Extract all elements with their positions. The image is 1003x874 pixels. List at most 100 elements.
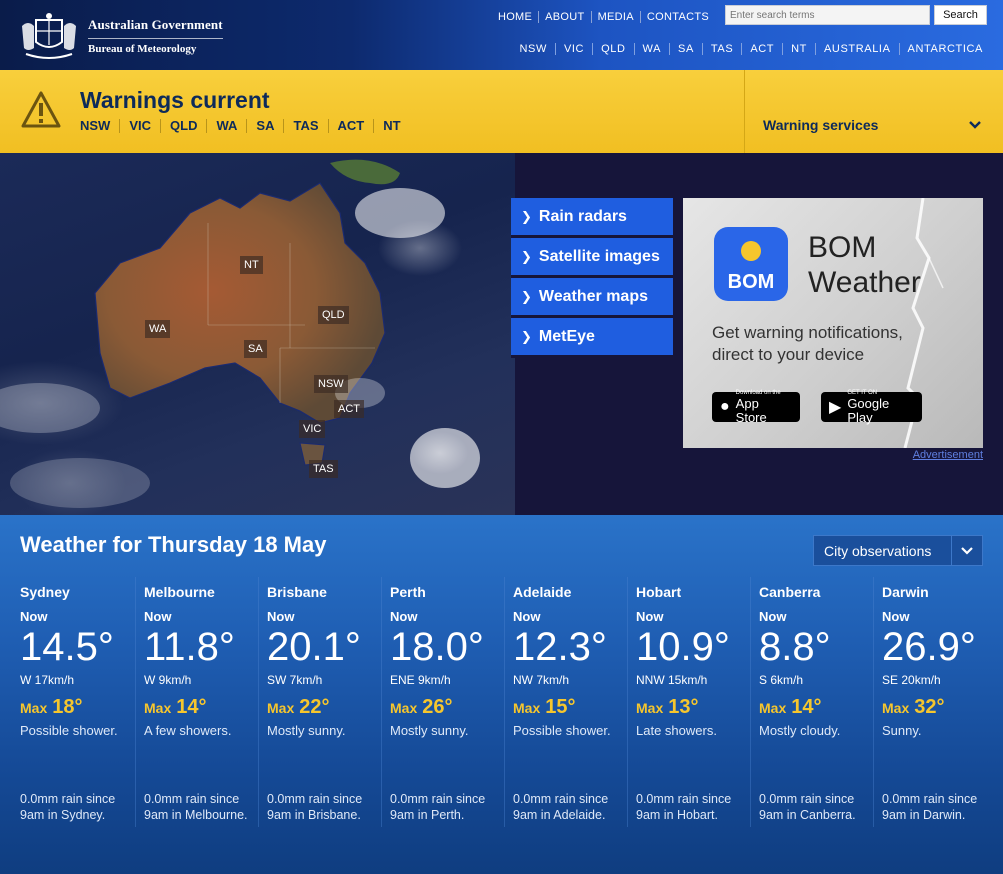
- chevron-right-icon: ❯: [521, 208, 532, 224]
- now-label: Now: [513, 609, 541, 624]
- state-link-nt[interactable]: NT: [782, 43, 815, 55]
- city-name[interactable]: Hobart: [636, 584, 750, 600]
- state-link-antarctica[interactable]: ANTARCTICA: [898, 43, 991, 55]
- quicklink-weather-maps[interactable]: ❯ Weather maps: [511, 278, 673, 318]
- max-temp: Max 22°: [267, 696, 381, 719]
- max-label: Max: [20, 700, 48, 716]
- map-label-sa[interactable]: SA: [244, 340, 267, 358]
- city-card-brisbane[interactable]: Brisbane Now 20.1° SW 7km/h Max 22° Mostl…: [258, 577, 381, 827]
- city-name[interactable]: Perth: [390, 584, 504, 600]
- chevron-down-icon: [969, 121, 981, 129]
- weather-section: Weather for Thursday 18 May City observa…: [0, 515, 1003, 874]
- search-input[interactable]: [725, 5, 930, 25]
- now-label: Now: [267, 609, 295, 624]
- forecast-text: Mostly sunny.: [390, 723, 469, 738]
- state-link-nsw[interactable]: NSW: [512, 43, 555, 55]
- warning-link-qld[interactable]: QLD: [160, 119, 206, 133]
- state-link-qld[interactable]: QLD: [592, 43, 633, 55]
- australia-map-image: [0, 159, 480, 508]
- rain-line2: 9am in Sydney.: [20, 808, 106, 822]
- rain-line1: 0.0mm rain since: [390, 792, 486, 806]
- forecast-text: Possible shower.: [20, 723, 118, 738]
- satellite-map[interactable]: NT WA QLD SA NSW ACT VIC TAS: [0, 153, 515, 515]
- warning-link-nt[interactable]: NT: [373, 119, 409, 133]
- state-link-sa[interactable]: SA: [669, 43, 702, 55]
- current-temp: 8.8°: [759, 625, 831, 669]
- now-label: Now: [759, 609, 787, 624]
- quicklink-label: Weather maps: [538, 287, 648, 305]
- rain-since: 0.0mm rain since 9am in Darwin.: [882, 791, 994, 823]
- state-link-vic[interactable]: VIC: [554, 43, 592, 55]
- nav-home[interactable]: HOME: [492, 11, 538, 23]
- city-card-darwin[interactable]: Darwin Now 26.9° SE 20km/h Max 32° Sunny.…: [873, 577, 996, 827]
- map-label-tas[interactable]: TAS: [309, 460, 338, 478]
- quicklink-satellite-images[interactable]: ❯ Satellite images: [511, 238, 673, 278]
- bom-weather-app-ad[interactable]: BOM BOM Weather Get warning notification…: [683, 198, 983, 448]
- city-card-melbourne[interactable]: Melbourne Now 11.8° W 9km/h Max 14° A few…: [135, 577, 258, 827]
- nav-media[interactable]: MEDIA: [590, 11, 640, 23]
- nav-contacts[interactable]: CONTACTS: [639, 11, 715, 23]
- app-store-button[interactable]: ● Download on the App Store: [712, 390, 800, 424]
- state-link-wa[interactable]: WA: [633, 43, 670, 55]
- max-temp: Max 13°: [636, 696, 750, 719]
- map-label-act[interactable]: ACT: [334, 400, 364, 418]
- city-card-canberra[interactable]: Canberra Now 8.8° S 6km/h Max 14° Mostly …: [750, 577, 873, 827]
- current-temp: 14.5°: [20, 625, 114, 669]
- warning-link-tas[interactable]: TAS: [283, 119, 327, 133]
- weather-title: Weather for Thursday 18 May: [20, 532, 327, 557]
- ad-title-line2: Weather: [808, 266, 921, 299]
- quicklink-label: MetEye: [538, 327, 595, 345]
- quicklink-meteye[interactable]: ❯ MetEye: [511, 318, 673, 358]
- city-card-adelaide[interactable]: Adelaide Now 12.3° NW 7km/h Max 15° Possi…: [504, 577, 627, 827]
- rain-line2: 9am in Hobart.: [636, 808, 718, 822]
- map-label-qld[interactable]: QLD: [318, 306, 349, 324]
- ad-subtitle-line2: direct to your device: [712, 345, 865, 364]
- warning-link-vic[interactable]: VIC: [119, 119, 160, 133]
- chevron-right-icon: ❯: [521, 248, 532, 264]
- apple-icon: ●: [720, 398, 730, 415]
- map-label-nsw[interactable]: NSW: [314, 375, 348, 393]
- gov-title: Australian Government: [88, 17, 223, 32]
- now-label: Now: [20, 609, 48, 624]
- city-name[interactable]: Brisbane: [267, 584, 381, 600]
- quicklink-label: Satellite images: [538, 247, 660, 265]
- city-name[interactable]: Melbourne: [144, 584, 258, 600]
- city-name[interactable]: Canberra: [759, 584, 873, 600]
- map-label-nt[interactable]: NT: [240, 256, 263, 274]
- map-label-vic[interactable]: VIC: [299, 420, 326, 438]
- warning-link-nsw[interactable]: NSW: [80, 119, 119, 133]
- chevron-down-icon: [951, 535, 982, 566]
- current-temp: 20.1°: [267, 625, 361, 669]
- warning-link-wa[interactable]: WA: [206, 119, 246, 133]
- google-play-button[interactable]: ▶ GET IT ON Google Play: [821, 390, 922, 424]
- state-link-tas[interactable]: TAS: [701, 43, 741, 55]
- warning-link-act[interactable]: ACT: [327, 119, 374, 133]
- state-link-act[interactable]: ACT: [741, 43, 782, 55]
- city-name[interactable]: Darwin: [882, 584, 996, 600]
- chevron-right-icon: ❯: [521, 328, 532, 344]
- government-logo[interactable]: Australian Government Bureau of Meteorol…: [18, 12, 223, 60]
- map-label-wa[interactable]: WA: [145, 320, 171, 338]
- nav-about[interactable]: ABOUT: [538, 11, 590, 23]
- ad-subtitle: Get warning notifications, direct to you…: [712, 322, 903, 366]
- warning-services-dropdown[interactable]: Warning services: [744, 70, 1003, 153]
- city-card-hobart[interactable]: Hobart Now 10.9° NNW 15km/h Max 13° Late …: [627, 577, 750, 827]
- advertisement-link[interactable]: Advertisement: [913, 449, 983, 461]
- warning-link-sa[interactable]: SA: [246, 119, 283, 133]
- rain-line1: 0.0mm rain since: [267, 792, 363, 806]
- warnings-title[interactable]: Warnings current: [80, 87, 270, 114]
- city-observations-select[interactable]: City observations: [813, 535, 983, 566]
- current-temp: 11.8°: [144, 625, 235, 669]
- wind: S 6km/h: [759, 673, 804, 687]
- chevron-right-icon: ❯: [521, 288, 532, 304]
- current-temp: 10.9°: [636, 625, 730, 669]
- city-card-perth[interactable]: Perth Now 18.0° ENE 9km/h Max 26° Mostly …: [381, 577, 504, 827]
- max-label: Max: [144, 700, 172, 716]
- city-name[interactable]: Sydney: [20, 584, 135, 600]
- state-link-australia[interactable]: AUSTRALIA: [815, 43, 899, 55]
- forecast-text: Mostly cloudy.: [759, 723, 841, 738]
- quicklink-rain-radars[interactable]: ❯ Rain radars: [511, 198, 673, 238]
- city-card-sydney[interactable]: Sydney Now 14.5° W 17km/h Max 18° Possibl…: [12, 577, 135, 827]
- city-name[interactable]: Adelaide: [513, 584, 627, 600]
- search-button[interactable]: Search: [934, 5, 987, 25]
